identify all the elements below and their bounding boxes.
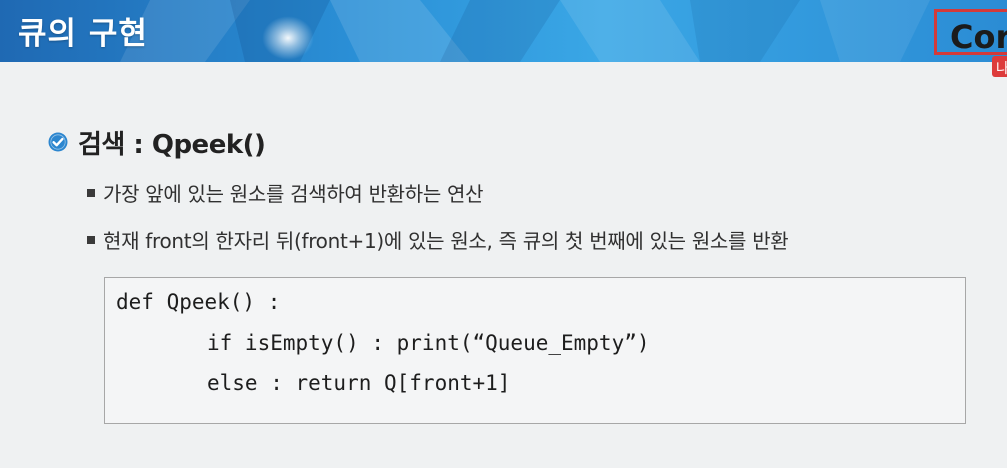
header-banner: 큐의 구현 bbox=[0, 0, 1007, 62]
corner-tag: 나 bbox=[992, 56, 1007, 77]
banner-shape bbox=[560, 0, 700, 62]
corner-label-text: Cor bbox=[950, 18, 1007, 55]
banner-shape bbox=[440, 0, 560, 62]
square-bullet-icon bbox=[87, 188, 95, 197]
bullet-item: 현재 front의 한자리 뒤(front+1)에 있는 원소, 즉 큐의 첫 … bbox=[87, 225, 789, 254]
code-line: def Qpeek() : bbox=[116, 290, 281, 314]
bullet-text: 가장 앞에 있는 원소를 검색하여 반환하는 연산 bbox=[103, 182, 484, 206]
code-block: def Qpeek() : if isEmpty() : print(“Queu… bbox=[104, 277, 966, 424]
banner-shape bbox=[820, 0, 930, 62]
corner-tag-text: 나 bbox=[996, 61, 1007, 77]
bullet-item: 가장 앞에 있는 원소를 검색하여 반환하는 연산 bbox=[87, 178, 484, 207]
code-line: if isEmpty() : print(“Queue_Empty”) bbox=[207, 331, 650, 355]
bullet-text: 현재 front의 한자리 뒤(front+1)에 있는 원소, 즉 큐의 첫 … bbox=[103, 229, 789, 253]
banner-background-pattern bbox=[120, 0, 930, 62]
corner-label-box: Cor bbox=[934, 9, 1007, 55]
banner-shape bbox=[690, 0, 800, 62]
section-heading-row: 검색 : Qpeek() bbox=[48, 124, 266, 160]
code-line: else : return Q[front+1] bbox=[207, 371, 511, 395]
section-heading: 검색 : Qpeek() bbox=[78, 129, 266, 160]
square-bullet-icon bbox=[87, 235, 95, 244]
banner-glow bbox=[262, 16, 314, 60]
page-title: 큐의 구현 bbox=[18, 16, 148, 52]
check-circle-icon bbox=[48, 132, 68, 152]
